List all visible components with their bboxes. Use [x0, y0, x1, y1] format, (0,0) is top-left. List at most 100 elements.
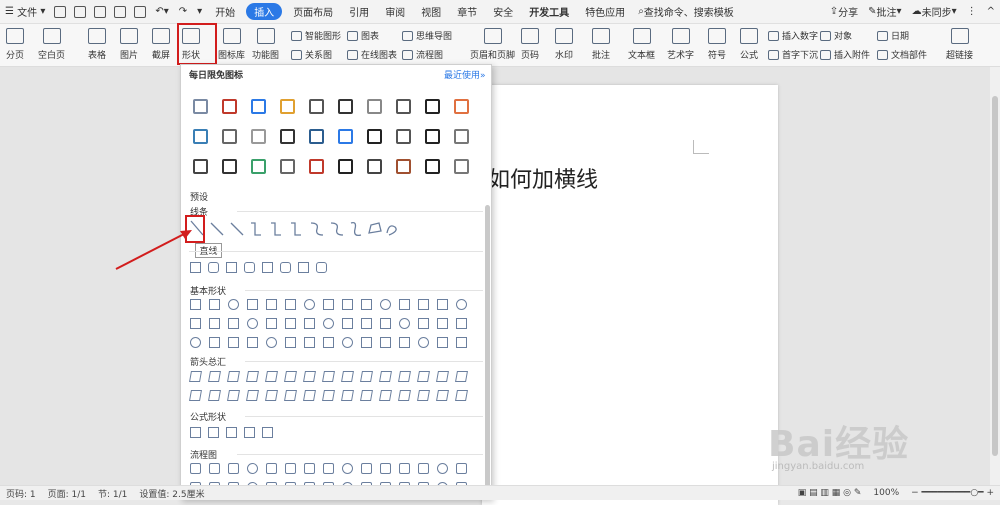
basic-shape[interactable]: [190, 318, 201, 329]
basic-shape[interactable]: [190, 337, 201, 348]
daily-icon-17[interactable]: [367, 129, 382, 144]
basic-shape[interactable]: [228, 337, 239, 348]
arrow-shape[interactable]: [379, 371, 392, 382]
basic-shape[interactable]: [285, 299, 296, 310]
tab-insert[interactable]: 插入: [246, 3, 283, 20]
daily-icon-29[interactable]: [425, 159, 440, 174]
arrow-shape[interactable]: [265, 390, 278, 401]
basic-shape[interactable]: [209, 318, 220, 329]
curved-arrow-connector-shape[interactable]: [330, 222, 344, 236]
basic-shape[interactable]: [323, 318, 334, 329]
tab-security[interactable]: 安全: [485, 0, 521, 24]
hyperlink-button[interactable]: 超链接: [946, 24, 973, 61]
daily-icon-20[interactable]: [454, 129, 469, 144]
screenshot-button[interactable]: 截屏: [152, 24, 170, 61]
basic-shape[interactable]: [190, 299, 201, 310]
basic-shape[interactable]: [266, 299, 277, 310]
basic-shape[interactable]: [266, 318, 277, 329]
text-box-button[interactable]: 文本框: [628, 24, 655, 61]
vertical-scroll-thumb[interactable]: [992, 96, 998, 456]
arrow-shape[interactable]: [303, 371, 316, 382]
chart-button[interactable]: 图表: [347, 29, 379, 42]
daily-icon-22[interactable]: [222, 159, 237, 174]
basic-shape[interactable]: [361, 318, 372, 329]
attachment-button[interactable]: 插入附件: [820, 48, 870, 61]
arrow-shape[interactable]: [208, 371, 221, 382]
share-button[interactable]: ⇪ 分享: [825, 0, 863, 24]
drop-cap-button[interactable]: 首字下沉: [768, 48, 818, 61]
format-painter-icon[interactable]: [134, 5, 147, 18]
arrow-shape[interactable]: [303, 390, 316, 401]
daily-icon-2[interactable]: [222, 99, 237, 114]
flowchart-shape[interactable]: [456, 463, 467, 474]
tab-reference[interactable]: 引用: [341, 0, 377, 24]
basic-shape[interactable]: [399, 299, 410, 310]
arrow-shape[interactable]: [341, 371, 354, 382]
basic-shape[interactable]: [228, 299, 239, 310]
basic-shape[interactable]: [399, 337, 410, 348]
formula-shape[interactable]: [244, 427, 255, 438]
daily-icon-5[interactable]: [309, 99, 324, 114]
daily-icon-9[interactable]: [425, 99, 440, 114]
daily-icon-19[interactable]: [425, 129, 440, 144]
basic-shape[interactable]: [247, 337, 258, 348]
basic-shape[interactable]: [209, 337, 220, 348]
rectangle-shape[interactable]: [244, 262, 255, 273]
comment-button[interactable]: ✎ 批注 ▾: [863, 0, 906, 24]
basic-shape[interactable]: [418, 299, 429, 310]
export-pdf-icon[interactable]: [74, 5, 87, 18]
blank-page-button[interactable]: 空白页: [38, 24, 65, 61]
arrow-shape[interactable]: [227, 371, 240, 382]
save-icon[interactable]: [54, 5, 67, 18]
arrow-shape[interactable]: [284, 390, 297, 401]
flowchart-button[interactable]: 流程图: [402, 48, 443, 61]
basic-shape[interactable]: [342, 318, 353, 329]
daily-icon-11[interactable]: [193, 129, 208, 144]
insert-number-button[interactable]: 插入数字: [768, 29, 818, 42]
flowchart-shape[interactable]: [247, 463, 258, 474]
basic-shape[interactable]: [285, 318, 296, 329]
scribble-shape[interactable]: [386, 225, 397, 236]
arrow-shape[interactable]: [436, 390, 449, 401]
daily-icon-10[interactable]: [454, 99, 469, 114]
arrow-shape[interactable]: [436, 371, 449, 382]
formula-button[interactable]: 公式: [740, 24, 758, 61]
basic-shape[interactable]: [437, 318, 448, 329]
mind-map-button[interactable]: 思维导图: [402, 29, 452, 42]
arrow-shape[interactable]: [398, 390, 411, 401]
undo-icon[interactable]: ↶▾: [150, 0, 173, 24]
basic-shape[interactable]: [437, 299, 448, 310]
arrow-shape[interactable]: [208, 390, 221, 401]
flowchart-shape[interactable]: [285, 463, 296, 474]
tab-special[interactable]: 特色应用: [577, 0, 633, 24]
basic-shape[interactable]: [361, 337, 372, 348]
arrow-line-shape[interactable]: [210, 222, 224, 236]
arrow-shape[interactable]: [189, 371, 202, 382]
basic-shape[interactable]: [209, 299, 220, 310]
flowchart-shape[interactable]: [437, 463, 448, 474]
basic-shape[interactable]: [247, 318, 258, 329]
sync-button[interactable]: ☁ 未同步 ▾: [907, 0, 962, 24]
daily-icon-8[interactable]: [396, 99, 411, 114]
basic-shape[interactable]: [361, 299, 372, 310]
daily-icon-14[interactable]: [280, 129, 295, 144]
table-button[interactable]: 表格: [88, 24, 106, 61]
online-chart-button[interactable]: 在线图表: [347, 48, 397, 61]
panel-scrollbar[interactable]: [485, 205, 490, 499]
command-search[interactable]: ⌕ 查找命令、搜索模板: [633, 0, 739, 24]
daily-icon-15[interactable]: [309, 129, 324, 144]
arrow-shape[interactable]: [360, 390, 373, 401]
arrow-shape[interactable]: [455, 390, 468, 401]
flowchart-shape[interactable]: [399, 463, 410, 474]
file-menu[interactable]: ☰ 文件 ▾: [0, 0, 50, 24]
basic-shape[interactable]: [266, 337, 277, 348]
doc-parts-button[interactable]: 文档部件: [877, 48, 927, 61]
arrow-shape[interactable]: [341, 390, 354, 401]
print-preview-icon[interactable]: [114, 5, 127, 18]
basic-shape[interactable]: [456, 318, 467, 329]
formula-shape[interactable]: [190, 427, 201, 438]
formula-shape[interactable]: [208, 427, 219, 438]
rectangle-shape[interactable]: [208, 262, 219, 273]
freeform-shape[interactable]: [368, 222, 382, 234]
tab-page-layout[interactable]: 页面布局: [285, 0, 341, 24]
